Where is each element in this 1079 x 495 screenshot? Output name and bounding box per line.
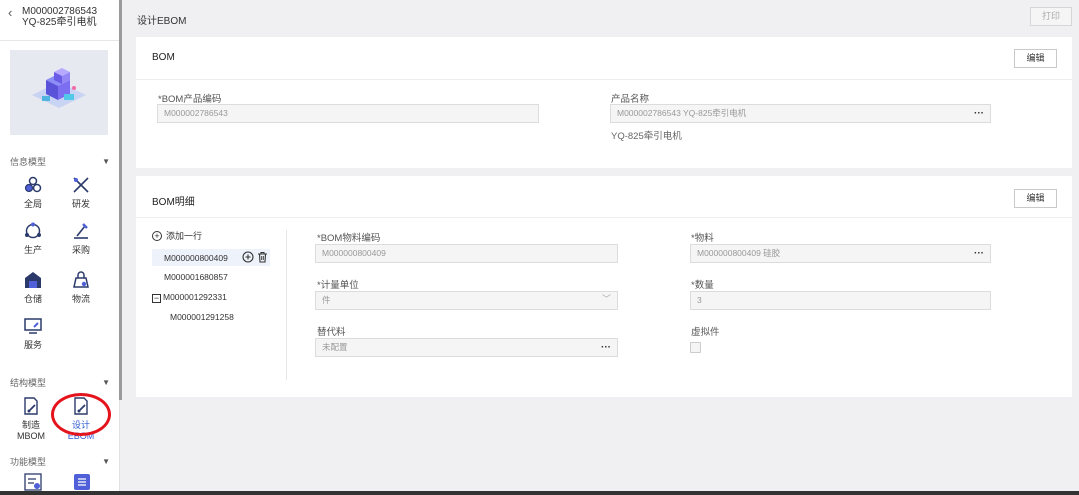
qty-value: 3 — [697, 295, 702, 305]
page-title: 设计EBOM — [137, 16, 187, 27]
unit-select[interactable]: 件 ﹀ — [315, 291, 618, 310]
nav-warehouse-label: 仓储 — [23, 294, 42, 304]
collapse-icon[interactable]: − — [152, 294, 161, 303]
bom-edit-button[interactable]: 编辑 — [1014, 49, 1057, 68]
nav-mbom[interactable]: 制造MBOM — [9, 396, 53, 441]
nav-research[interactable]: 研发 — [59, 175, 103, 210]
material-code-value: M000000800409 — [322, 248, 386, 258]
product-name-field[interactable]: M000002786543 YQ-825牵引电机 ··· — [610, 104, 991, 123]
nav-logistics-label: 物流 — [71, 294, 90, 304]
tree-item[interactable]: M000000800409 — [164, 253, 228, 263]
divider — [136, 79, 1072, 80]
more-icon[interactable]: ··· — [974, 245, 984, 262]
substitute-field[interactable]: 未配置 ··· — [315, 338, 618, 357]
research-icon — [73, 177, 89, 193]
product-name-subtext: YQ-825牵引电机 — [611, 131, 682, 142]
section-structure-model[interactable]: 结构模型 ▼ — [10, 376, 110, 389]
more-icon[interactable]: ··· — [601, 339, 611, 356]
section-function-model[interactable]: 功能模型 ▼ — [10, 455, 110, 468]
material-code-field[interactable]: M000000800409 — [315, 244, 618, 263]
function-list-icon[interactable] — [24, 473, 42, 491]
section-info-label: 信息模型 — [10, 157, 47, 167]
app-root: ‹ M000002786543 YQ-825牵引电机 信息模型 ▼ 全局 研发 … — [0, 0, 1079, 495]
sidebar: ‹ M000002786543 YQ-825牵引电机 信息模型 ▼ 全局 研发 … — [0, 0, 120, 495]
divider — [286, 230, 287, 380]
material-code-label: *BOM物料编码 — [317, 233, 381, 244]
nav-production[interactable]: 生产 — [11, 221, 55, 256]
add-child-icon[interactable] — [242, 251, 254, 263]
caret-down-icon[interactable]: ▼ — [102, 457, 110, 466]
product-image — [10, 50, 108, 135]
material-field[interactable]: M000000800409 硅胶 ··· — [690, 244, 991, 263]
tree-item-label: M000001292331 — [163, 292, 227, 302]
global-icon — [24, 176, 42, 193]
chevron-left-icon[interactable]: ‹ — [8, 6, 22, 20]
virtual-checkbox[interactable] — [690, 342, 701, 353]
chevron-down-icon[interactable]: ﹀ — [602, 291, 611, 308]
nav-research-label: 研发 — [71, 199, 90, 209]
purchase-icon — [74, 223, 88, 239]
unit-value: 件 — [322, 295, 331, 305]
qty-label: *数量 — [691, 280, 714, 291]
screen-bottom-edge — [0, 491, 1079, 495]
product-name-label: 产品名称 — [611, 94, 650, 105]
divider — [136, 217, 1072, 218]
bom-detail-card: BOM明细 编辑 — [136, 176, 1072, 397]
print-button[interactable]: 打印 — [1030, 7, 1072, 26]
tree-item-expandable[interactable]: − M000001292331 — [152, 292, 227, 303]
bom-code-field[interactable]: M000002786543 — [157, 104, 539, 123]
product-code: M000002786543 — [22, 6, 98, 17]
substitute-value: 未配置 — [322, 342, 348, 352]
topbar: 设计EBOM 打印 — [123, 0, 1079, 34]
nav-production-label: 生产 — [23, 245, 42, 255]
nav-global[interactable]: 全局 — [11, 175, 55, 210]
section-info-model[interactable]: 信息模型 ▼ — [10, 155, 110, 168]
nav-purchase-label: 采购 — [71, 245, 90, 255]
section-structure-label: 结构模型 — [10, 378, 47, 388]
caret-down-icon[interactable]: ▼ — [102, 378, 110, 387]
sidebar-header: ‹ M000002786543 YQ-825牵引电机 — [0, 0, 119, 36]
unit-label: *计量单位 — [317, 280, 359, 291]
bom-detail-edit-button[interactable]: 编辑 — [1014, 189, 1057, 208]
product-3d-icon — [32, 67, 86, 108]
production-icon — [25, 222, 41, 239]
product-name: YQ-825牵引电机 — [22, 17, 97, 28]
product-name-value: M000002786543 YQ-825牵引电机 — [617, 108, 747, 118]
substitute-label: 替代料 — [317, 327, 346, 338]
nav-service-label: 服务 — [23, 340, 42, 350]
caret-down-icon[interactable]: ▼ — [102, 157, 110, 166]
qty-field[interactable]: 3 — [690, 291, 991, 310]
tree-item-child[interactable]: M000001291258 — [170, 312, 234, 322]
bom-code-value: M000002786543 — [164, 108, 228, 118]
plus-circle-icon: + — [152, 230, 162, 241]
tree-item[interactable]: M000001680857 — [164, 272, 228, 282]
section-function-label: 功能模型 — [10, 457, 47, 467]
trash-icon[interactable] — [257, 251, 268, 263]
warehouse-icon — [25, 272, 41, 288]
bom-code-label: *BOM产品编码 — [158, 94, 222, 105]
material-value: M000000800409 硅胶 — [697, 248, 781, 258]
virtual-label: 虚拟件 — [691, 327, 720, 338]
logistics-icon — [73, 271, 89, 288]
nav-warehouse[interactable]: 仓储 — [11, 270, 55, 305]
service-icon — [24, 318, 42, 334]
highlight-circle — [51, 393, 111, 436]
nav-mbom-label: 制造MBOM — [17, 420, 45, 441]
sidebar-scrollbar[interactable] — [119, 0, 122, 400]
bom-card: BOM 编辑 — [136, 37, 1072, 168]
nav-service[interactable]: 服务 — [11, 316, 55, 351]
nav-global-label: 全局 — [23, 199, 42, 209]
more-icon[interactable]: ··· — [974, 105, 984, 122]
bom-card-title: BOM — [152, 52, 175, 63]
nav-purchase[interactable]: 采购 — [59, 221, 103, 256]
add-row-label: 添加一行 — [166, 231, 203, 241]
add-row-button[interactable]: + 添加一行 — [152, 229, 202, 242]
bom-detail-title: BOM明细 — [152, 197, 195, 208]
function-doc-icon[interactable] — [73, 473, 91, 491]
divider — [0, 40, 119, 41]
material-label: *物料 — [691, 233, 714, 244]
nav-logistics[interactable]: 物流 — [59, 270, 103, 305]
mbom-icon — [24, 397, 38, 415]
